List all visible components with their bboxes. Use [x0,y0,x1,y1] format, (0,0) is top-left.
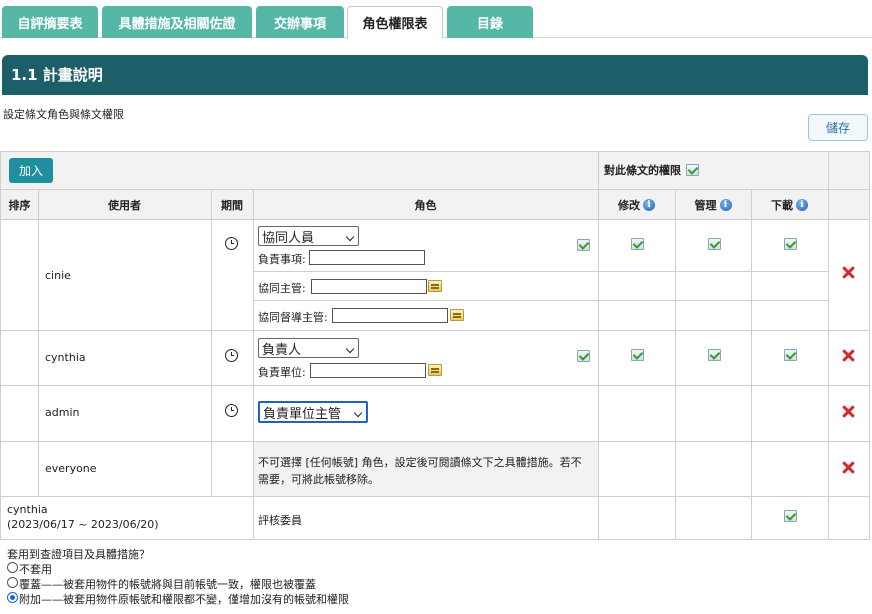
field-label: 負責單位: [258,366,306,379]
tab-measures-evidence[interactable]: 具體措施及相關佐證 [102,6,252,38]
edit-checkbox-icon[interactable] [631,349,644,361]
download-checkbox-icon[interactable] [784,510,797,522]
section-title: 1.1 計畫說明 [2,55,868,95]
info-icon[interactable]: i [719,198,732,211]
role-select[interactable]: 負責人 [258,338,359,358]
field-label: 協同督導主管: [258,311,328,324]
info-icon[interactable]: i [796,198,808,211]
role-select-value: 負責人 [262,342,302,358]
tab-bar: 自評摘要表 具體措施及相關佐證 交辦事項 角色權限表 目錄 [0,6,872,39]
tab-self-evaluation[interactable]: 自評摘要表 [2,6,98,38]
col-manage-label: 管理 [694,198,717,212]
delete-icon[interactable] [842,349,855,362]
edit-checkbox-icon[interactable] [631,238,644,250]
co-supervisor-input[interactable] [332,308,448,323]
apply-question: 套用到查證項目及具體措施？ [7,548,150,561]
col-order: 排序 [8,198,31,212]
tab-role-permissions[interactable]: 角色權限表 [347,6,443,39]
manage-checkbox-icon[interactable] [708,238,721,250]
role-select[interactable]: 協同人員 [258,226,359,246]
field-label: 協同主管: [258,282,306,295]
everyone-note: 不可選擇 [任何帳號] 角色，設定後可閱讀條文下之具體措施。若不需要，可將此帳號… [258,456,582,486]
co-manager-input[interactable] [311,279,427,294]
col-download: 下載 i [751,190,828,219]
permission-header: 對此條文的權限 [604,162,699,178]
user-period: (2023/06/17 ~ 2023/06/20) [7,518,159,531]
user-name: cinie [45,269,71,282]
clock-icon[interactable] [225,349,238,362]
col-edit: 修改 i [598,190,675,219]
page-description: 設定條文角色與條文權限 [3,108,124,121]
radio-label: 附加——被套用物件原帳號和權限都不變，僅增加沒有的帳號和權限 [19,593,349,606]
role-checkbox-icon[interactable] [577,239,590,251]
role-select[interactable]: 負責單位主管 [258,401,368,423]
role-label: 評核委員 [258,514,302,527]
user-name: everyone [45,462,97,475]
radio-overwrite[interactable] [7,577,18,588]
col-manage: 管理 i [675,190,751,219]
radio-no-apply[interactable] [7,562,18,573]
table-toolbar-row [1,152,869,189]
chevron-down-icon [345,232,355,242]
col-download-label: 下載 [771,198,793,212]
col-role: 角色 [414,198,437,212]
role-select-value: 協同人員 [262,230,315,246]
role-select-value: 負責單位主管 [263,406,342,422]
picker-icon[interactable] [428,280,442,292]
field-label: 負責事項: [258,253,306,266]
download-checkbox-icon[interactable] [784,238,797,250]
responsibility-input[interactable] [309,250,425,265]
user-name: cynthia [7,503,48,516]
role-checkbox-icon[interactable] [577,350,590,362]
radio-label: 不套用 [19,563,52,576]
delete-icon[interactable] [842,461,855,474]
user-name: admin [45,406,80,419]
delete-icon[interactable] [842,266,855,279]
radio-append[interactable] [7,592,18,603]
tab-assigned-items[interactable]: 交辦事項 [256,6,344,38]
info-icon[interactable]: i [643,198,655,211]
download-checkbox-icon[interactable] [784,349,797,361]
col-user: 使用者 [108,198,141,212]
col-period: 期間 [221,198,243,212]
chevron-down-icon [345,344,355,354]
save-button[interactable]: 儲存 [808,114,868,141]
user-name: cynthia [45,351,86,364]
picker-icon[interactable] [450,309,464,321]
delete-icon[interactable] [842,405,855,418]
permission-all-checkbox-icon[interactable] [686,164,699,176]
permission-header-label: 對此條文的權限 [604,164,681,177]
clock-icon[interactable] [225,404,238,417]
manage-checkbox-icon[interactable] [708,349,721,361]
add-user-button[interactable]: 加入 [9,158,53,183]
radio-label: 覆蓋——被套用物件的帳號將與目前帳號一致，權限也被覆蓋 [19,578,316,591]
responsible-unit-input[interactable] [310,363,426,378]
chevron-down-icon [353,408,363,418]
tab-contents[interactable]: 目錄 [447,6,533,38]
clock-icon[interactable] [225,237,238,250]
col-edit-label: 修改 [618,198,640,212]
picker-icon[interactable] [428,364,442,376]
